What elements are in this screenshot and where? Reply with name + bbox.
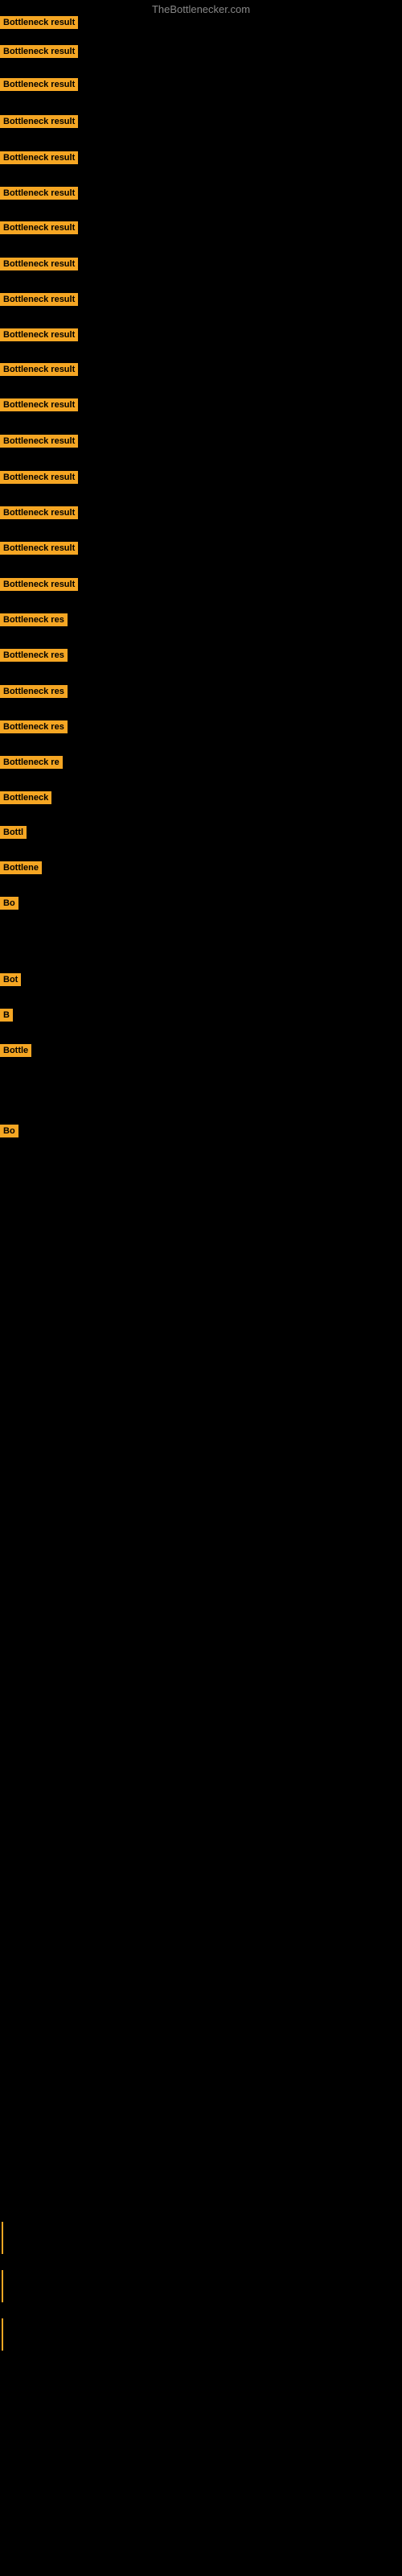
bottleneck-result-badge: Bottleneck result <box>0 187 78 200</box>
vertical-indicator-line <box>2 2318 3 2351</box>
bottleneck-result-badge: Bottleneck result <box>0 151 78 164</box>
bottleneck-result-badge: Bottleneck result <box>0 16 78 29</box>
bottleneck-result-badge: Bottleneck re <box>0 756 63 769</box>
bottleneck-result-badge: Bottleneck result <box>0 78 78 91</box>
bottleneck-result-badge: Bottleneck res <box>0 685 68 698</box>
bottleneck-result-badge: Bottleneck result <box>0 506 78 519</box>
vertical-indicator-line <box>2 2270 3 2302</box>
bottleneck-result-badge: Bottleneck result <box>0 258 78 270</box>
bottleneck-result-badge: Bottleneck res <box>0 613 68 626</box>
bottleneck-result-badge: Bottleneck result <box>0 328 78 341</box>
bottleneck-result-badge: Bottleneck result <box>0 363 78 376</box>
bottleneck-result-badge: B <box>0 1009 13 1022</box>
bottleneck-result-badge: Bottleneck result <box>0 293 78 306</box>
bottleneck-result-badge: Bottleneck result <box>0 115 78 128</box>
bottleneck-result-badge: Bottleneck res <box>0 720 68 733</box>
bottleneck-result-badge: Bottleneck res <box>0 649 68 662</box>
bottleneck-result-badge: Bottl <box>0 826 27 839</box>
bottleneck-result-badge: Bottleneck result <box>0 221 78 234</box>
bottleneck-result-badge: Bottlene <box>0 861 42 874</box>
bottleneck-result-badge: Bo <box>0 1125 18 1137</box>
bottleneck-result-badge: Bottleneck result <box>0 435 78 448</box>
bottleneck-result-badge: Bottleneck result <box>0 578 78 591</box>
bottleneck-result-badge: Bot <box>0 973 21 986</box>
bottleneck-result-badge: Bottleneck result <box>0 471 78 484</box>
bottleneck-result-badge: Bottleneck result <box>0 45 78 58</box>
bottleneck-result-badge: Bottleneck <box>0 791 51 804</box>
bottleneck-result-badge: Bottleneck result <box>0 542 78 555</box>
site-title: TheBottlenecker.com <box>0 3 402 15</box>
bottleneck-result-badge: Bottle <box>0 1044 31 1057</box>
vertical-indicator-line <box>2 2222 3 2254</box>
bottleneck-result-badge: Bo <box>0 897 18 910</box>
bottleneck-result-badge: Bottleneck result <box>0 398 78 411</box>
